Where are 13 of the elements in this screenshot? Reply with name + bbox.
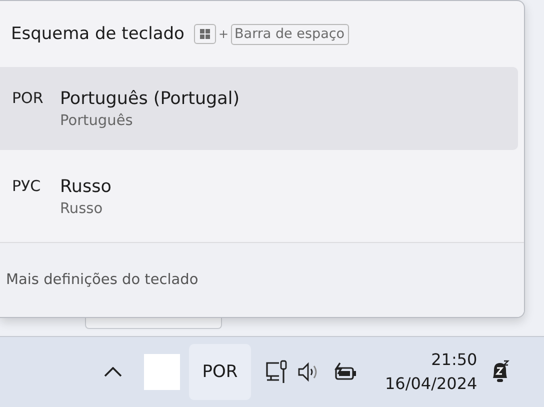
chevron-up-icon[interactable] — [104, 367, 122, 377]
language-button[interactable]: POR — [189, 344, 251, 400]
windows-key-icon — [194, 24, 216, 44]
wired-network-icon[interactable] — [265, 359, 289, 385]
layout-item[interactable]: POR Português (Portugal) Português — [0, 67, 518, 150]
layout-item[interactable]: РУС Russo Russo — [0, 165, 518, 232]
clock-date: 16/04/2024 — [385, 373, 478, 395]
key-label: Barra de espaço — [230, 24, 349, 44]
settings-link[interactable]: Mais definições do teclado — [6, 272, 198, 288]
plus-sign: + — [218, 27, 229, 41]
clock-time: 21:50 — [431, 349, 478, 371]
flyout-title: Esquema de teclado — [11, 24, 184, 44]
battery-charging-icon[interactable] — [333, 362, 359, 382]
